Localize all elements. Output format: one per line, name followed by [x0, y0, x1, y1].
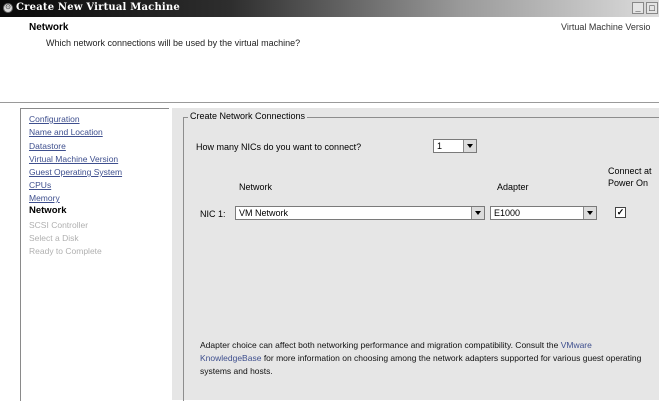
sidebar-item-configuration[interactable]: Configuration	[29, 114, 80, 124]
nic-1-network-select[interactable]: VM Network	[235, 206, 485, 220]
nic-count-question: How many NICs do you want to connect?	[196, 142, 362, 152]
maximize-button[interactable]: □	[646, 2, 658, 14]
nic-1-adapter-select[interactable]: E1000	[490, 206, 597, 220]
connect-column-header-line2: Power On	[608, 178, 649, 188]
sidebar-item-memory[interactable]: Memory	[29, 193, 60, 203]
sidebar-item-ready-to-complete: Ready to Complete	[29, 246, 102, 256]
nic-1-adapter-value: E1000	[494, 208, 521, 218]
sidebar-item-datastore[interactable]: Datastore	[29, 141, 66, 151]
app-icon: ⊙	[3, 3, 13, 13]
adapter-column-header: Adapter	[497, 182, 529, 192]
vm-version-label: Virtual Machine Versio	[561, 22, 651, 32]
sidebar-item-name-and-location[interactable]: Name and Location	[29, 127, 103, 137]
page-subtitle: Which network connections will be used b…	[46, 38, 301, 48]
sidebar-item-scsi-controller: SCSI Controller	[29, 220, 89, 230]
connect-at-power-on-checkbox[interactable]: ✓	[615, 207, 626, 218]
header-divider	[0, 102, 659, 103]
minimize-button[interactable]: _	[632, 2, 644, 14]
network-column-header: Network	[239, 182, 273, 192]
nic-count-value: 1	[437, 141, 443, 151]
sidebar-item-select-disk: Select a Disk	[29, 233, 79, 243]
adapter-info-note: Adapter choice can affect both networkin…	[200, 339, 650, 378]
title-bar[interactable]: ⊙ Create New Virtual Machine _ □	[0, 0, 659, 17]
sidebar-item-network: Network	[29, 205, 67, 216]
chevron-down-icon[interactable]	[463, 140, 476, 152]
sidebar-item-vm-version[interactable]: Virtual Machine Version	[29, 154, 118, 164]
sidebar-item-cpus[interactable]: CPUs	[29, 180, 51, 190]
window-title: Create New Virtual Machine	[16, 2, 180, 13]
note-text-1: Adapter choice can affect both networkin…	[200, 340, 559, 350]
nic-1-network-value: VM Network	[239, 208, 289, 218]
group-title: Create Network Connections	[188, 111, 308, 121]
chevron-down-icon[interactable]	[471, 207, 484, 219]
note-text-2: for more information on choosing among t…	[200, 353, 642, 376]
nic-count-select[interactable]: 1	[433, 139, 477, 153]
sidebar-item-guest-os[interactable]: Guest Operating System	[29, 167, 122, 177]
connect-column-header-line1: Connect at	[608, 166, 652, 176]
nic-1-label: NIC 1:	[200, 209, 226, 219]
chevron-down-icon[interactable]	[583, 207, 596, 219]
page-title: Network	[29, 22, 69, 33]
